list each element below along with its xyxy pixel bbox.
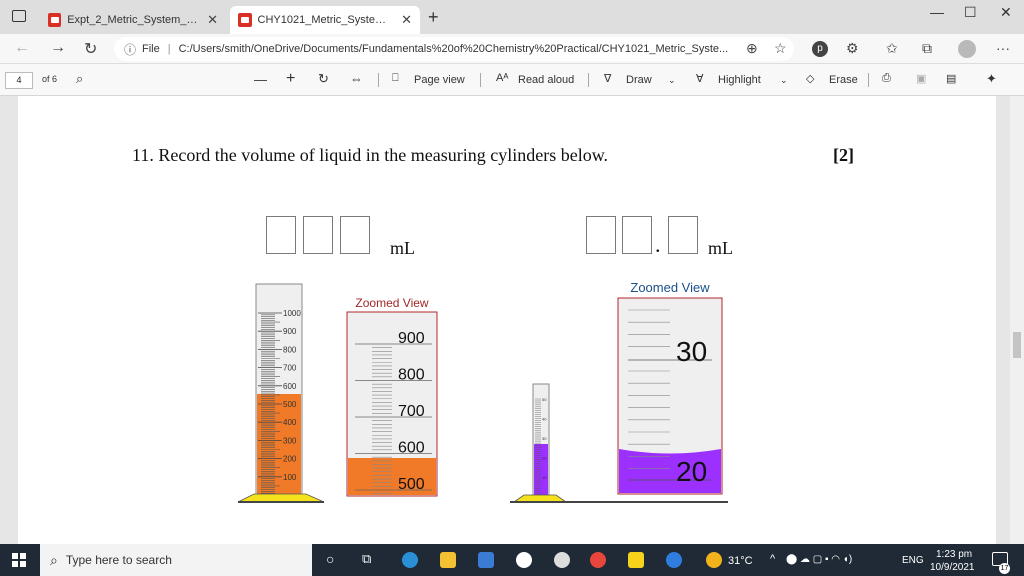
chrome-icon[interactable] bbox=[590, 552, 606, 568]
scale-label: 30 bbox=[542, 436, 547, 441]
scale-label: 50 bbox=[542, 397, 547, 402]
scale-label: 100 bbox=[283, 473, 297, 482]
scale-label: 300 bbox=[283, 436, 297, 445]
clock-time[interactable]: 1:23 pm bbox=[936, 549, 972, 560]
zoom-scale-label: 30 bbox=[676, 336, 707, 367]
zoom-scale-label: 900 bbox=[398, 330, 425, 347]
sticky-notes-icon[interactable] bbox=[628, 552, 644, 568]
zoom-scale-label: 700 bbox=[398, 403, 425, 420]
scale-label: 10 bbox=[542, 475, 547, 480]
scale-label: 800 bbox=[283, 345, 297, 354]
zoom-view-1: Zoomed View 900 800 700 600 500 bbox=[346, 296, 438, 497]
temperature: 31°C bbox=[728, 555, 753, 567]
edge-browser-icon[interactable] bbox=[402, 552, 418, 568]
app-icon[interactable] bbox=[516, 552, 532, 568]
scale-label: 200 bbox=[283, 455, 297, 464]
scale-label: 40 bbox=[542, 417, 547, 422]
search-icon: ⌕ bbox=[50, 551, 58, 568]
zoom-scale-label: 600 bbox=[398, 440, 425, 457]
photo-app-icon[interactable] bbox=[554, 552, 570, 568]
zoom-view-title: Zoomed View bbox=[355, 296, 428, 310]
zoom-scale-label: 20 bbox=[676, 456, 707, 487]
cylinder-1-base bbox=[237, 493, 325, 503]
scale-label: 600 bbox=[283, 382, 297, 391]
help-icon[interactable] bbox=[666, 552, 682, 568]
search-placeholder: Type here to search bbox=[65, 553, 172, 567]
task-view-icon[interactable]: ⧉ bbox=[362, 551, 371, 567]
clock-date[interactable]: 10/9/2021 bbox=[930, 562, 975, 573]
weather-icon[interactable] bbox=[706, 552, 722, 568]
file-explorer-icon[interactable] bbox=[440, 552, 456, 568]
zoom-scale-label: 500 bbox=[398, 476, 425, 493]
system-tray-icons[interactable]: ⬤ ☁ ▢ ▪ ◠ ◖) bbox=[786, 554, 852, 565]
windows-start-icon[interactable] bbox=[12, 553, 26, 567]
zoom-scale-label: 800 bbox=[398, 367, 425, 384]
cylinder-2-base bbox=[512, 494, 568, 503]
scale-label: 400 bbox=[283, 418, 297, 427]
zoom-view-title: Zoomed View bbox=[630, 280, 710, 295]
scale-label: 700 bbox=[283, 364, 297, 373]
scale-label: 20 bbox=[542, 456, 547, 461]
language-indicator[interactable]: ENG bbox=[902, 555, 924, 566]
taskbar-search-input[interactable]: ⌕ Type here to search bbox=[40, 544, 312, 576]
zoom-view-2: Zoomed View 30 20 bbox=[617, 280, 723, 495]
taskbar: ⌕ Type here to search ○ ⧉ 31°C ^ ⬤ ☁ ▢ ▪… bbox=[0, 544, 1024, 576]
measuring-cylinders-diagram: 1000 900 800 700 600 500 400 300 200 100 Zoomed V… bbox=[237, 280, 728, 503]
store-icon[interactable] bbox=[478, 552, 494, 568]
scale-label: 1000 bbox=[283, 309, 301, 318]
scale-label: 900 bbox=[283, 327, 297, 336]
notification-count: 17 bbox=[999, 563, 1010, 574]
scale-label: 500 bbox=[283, 400, 297, 409]
cylinder-1: 1000 900 800 700 600 500 400 300 200 100 bbox=[237, 283, 325, 503]
cortana-icon[interactable]: ○ bbox=[326, 551, 334, 567]
show-hidden-icons-chevron-icon[interactable]: ^ bbox=[770, 553, 775, 565]
